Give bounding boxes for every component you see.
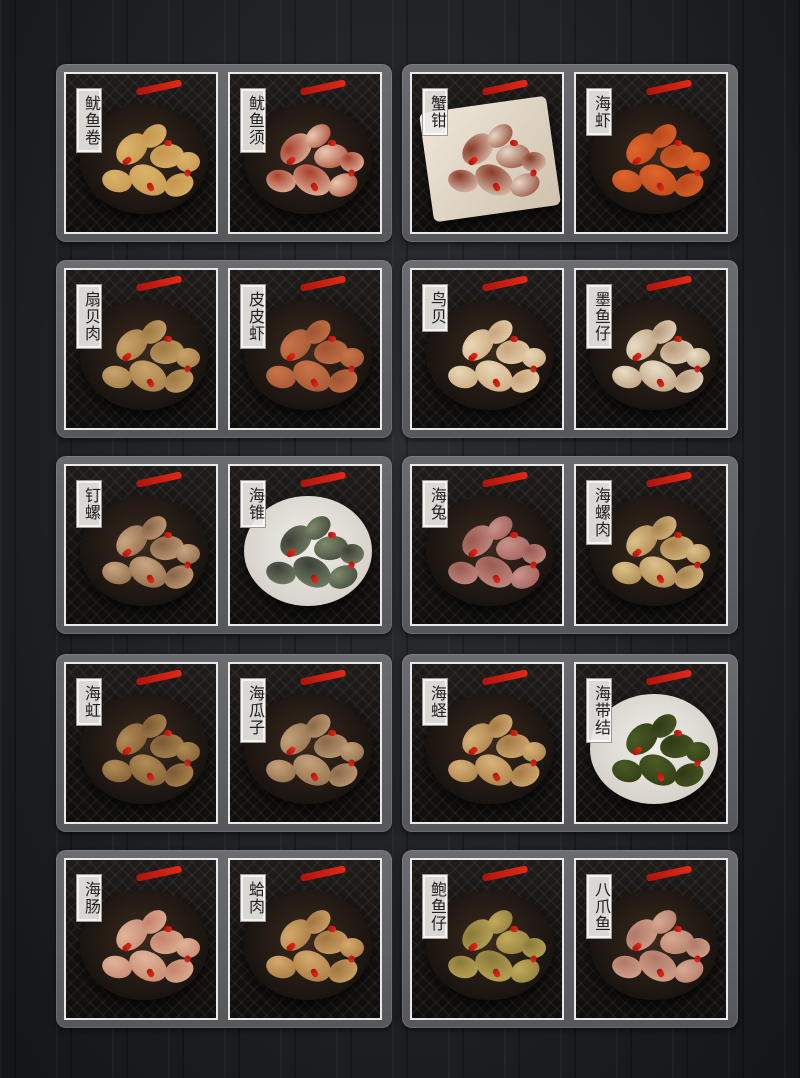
dish-photo[interactable]: 蟹钳 (410, 72, 564, 234)
dish-card: 蟹钳 海虾 (402, 64, 738, 242)
dish-name: 扇贝肉 (76, 284, 102, 349)
dish-name: 蛤肉 (240, 874, 266, 922)
dish-name: 海肠 (76, 874, 102, 922)
chili-pepper-icon (299, 865, 347, 882)
chili-pepper-icon (645, 669, 693, 686)
dish-photo[interactable]: 钉螺 (64, 464, 218, 626)
chili-pepper-icon (299, 471, 347, 488)
dish-photo[interactable]: 扇贝肉 (64, 268, 218, 430)
dish-name: 海锥 (240, 480, 266, 528)
chili-pepper-icon (135, 865, 183, 882)
dish-card: 钉螺 海锥 (56, 456, 392, 634)
dish-name: 海虹 (76, 678, 102, 726)
dish-card: 扇贝肉 皮皮虾 (56, 260, 392, 438)
dish-photo[interactable]: 海兔 (410, 464, 564, 626)
dish-photo[interactable]: 海瓜子 (228, 662, 382, 824)
chili-pepper-icon (645, 79, 693, 96)
dish-photo[interactable]: 蛤肉 (228, 858, 382, 1020)
dish-name: 海兔 (422, 480, 448, 528)
chili-pepper-icon (645, 471, 693, 488)
chili-pepper-icon (481, 275, 529, 292)
dish-name: 八爪鱼 (586, 874, 612, 939)
dish-name: 海带结 (586, 678, 612, 743)
dish-card: 海兔 海螺肉 (402, 456, 738, 634)
chili-pepper-icon (135, 471, 183, 488)
dish-photo[interactable]: 鱿鱼须 (228, 72, 382, 234)
chili-pepper-icon (135, 669, 183, 686)
dish-card: 鱿鱼卷 鱿鱼须 (56, 64, 392, 242)
dish-photo[interactable]: 海带结 (574, 662, 728, 824)
dish-name: 钉螺 (76, 480, 102, 528)
dish-photo[interactable]: 皮皮虾 (228, 268, 382, 430)
chili-pepper-icon (299, 669, 347, 686)
dish-photo[interactable]: 鱿鱼卷 (64, 72, 218, 234)
dish-name: 海瓜子 (240, 678, 266, 743)
chili-pepper-icon (135, 79, 183, 96)
dish-photo[interactable]: 鸟贝 (410, 268, 564, 430)
dish-photo[interactable]: 海肠 (64, 858, 218, 1020)
dish-name: 蟹钳 (422, 88, 448, 136)
menu-page: { "dishes": [ {"name": "鱿鱼卷", "food": "#… (0, 0, 800, 1078)
dish-name: 海虾 (586, 88, 612, 136)
dish-photo[interactable]: 海锥 (228, 464, 382, 626)
dish-card: 海蛏 海带结 (402, 654, 738, 832)
dish-photo[interactable]: 海螺肉 (574, 464, 728, 626)
dish-name: 海螺肉 (586, 480, 612, 545)
chili-pepper-icon (299, 275, 347, 292)
dish-name: 鱿鱼卷 (76, 88, 102, 153)
dish-photo[interactable]: 墨鱼仔 (574, 268, 728, 430)
dish-name: 鱿鱼须 (240, 88, 266, 153)
chili-pepper-icon (299, 79, 347, 96)
dish-name: 皮皮虾 (240, 284, 266, 349)
chili-pepper-icon (481, 79, 529, 96)
dish-card: 海肠 蛤肉 (56, 850, 392, 1028)
dish-photo[interactable]: 八爪鱼 (574, 858, 728, 1020)
dish-photo[interactable]: 海蛏 (410, 662, 564, 824)
dish-photo[interactable]: 海虹 (64, 662, 218, 824)
chili-pepper-icon (645, 865, 693, 882)
chili-pepper-icon (481, 865, 529, 882)
dish-name: 鸟贝 (422, 284, 448, 332)
dish-card: 海虹 海瓜子 (56, 654, 392, 832)
dish-card: 鸟贝 墨鱼仔 (402, 260, 738, 438)
chili-pepper-icon (481, 669, 529, 686)
dish-photo[interactable]: 鲍鱼仔 (410, 858, 564, 1020)
dish-name: 墨鱼仔 (586, 284, 612, 349)
dish-photo[interactable]: 海虾 (574, 72, 728, 234)
dish-card: 鲍鱼仔 八爪鱼 (402, 850, 738, 1028)
chili-pepper-icon (481, 471, 529, 488)
dish-name: 海蛏 (422, 678, 448, 726)
dish-name: 鲍鱼仔 (422, 874, 448, 939)
chili-pepper-icon (645, 275, 693, 292)
chili-pepper-icon (135, 275, 183, 292)
